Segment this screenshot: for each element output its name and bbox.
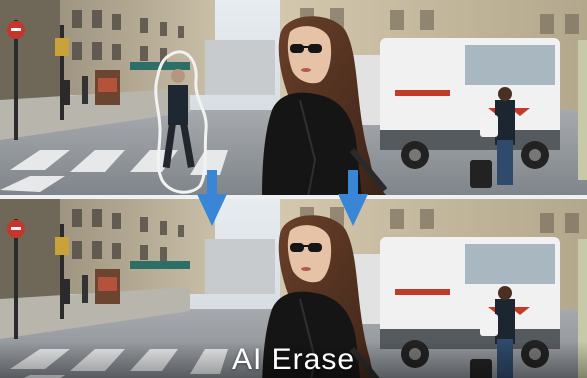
caption-title: AI Erase — [231, 343, 356, 376]
comparison-image — [0, 0, 587, 378]
ai-erase-stage: AI Erase — [0, 0, 587, 378]
before-panel — [0, 0, 587, 197]
